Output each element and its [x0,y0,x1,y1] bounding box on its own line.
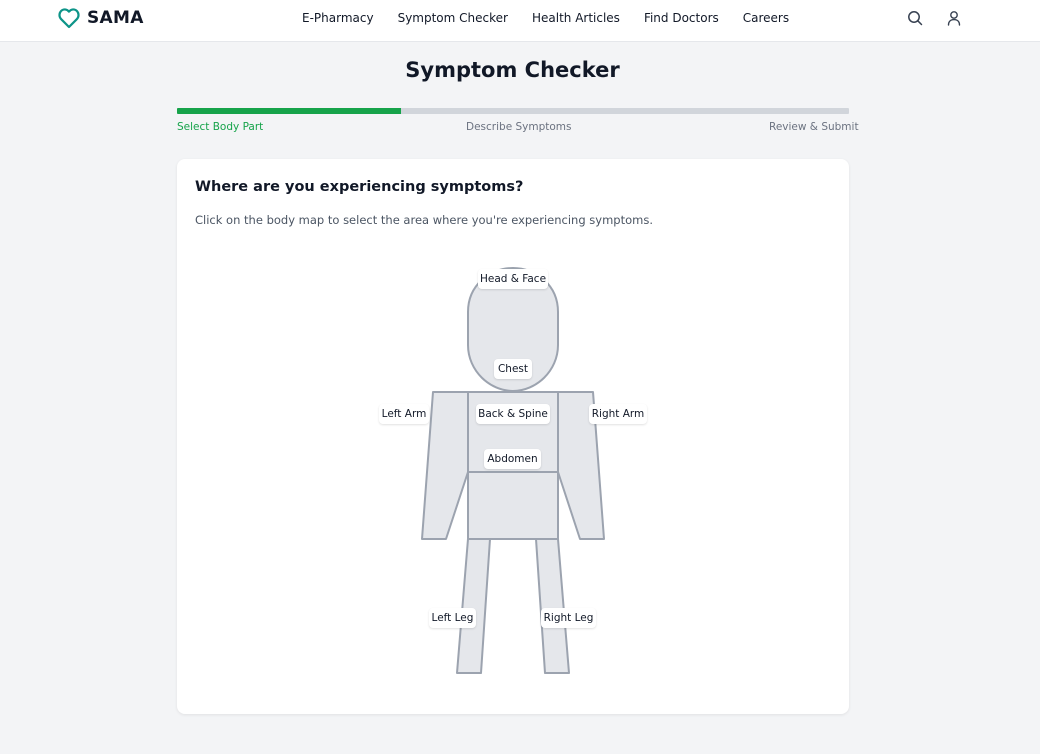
user-icon [947,11,961,26]
label-chest[interactable]: Chest [494,359,532,379]
label-head-face[interactable]: Head & Face [478,269,548,289]
search-icon [908,11,923,26]
brand-logo[interactable]: SAMA [57,6,144,30]
label-left-leg[interactable]: Left Leg [429,608,476,628]
heart-icon [58,8,80,29]
label-back-spine[interactable]: Back & Spine [476,404,550,424]
top-navigation-bar: SAMA E-Pharmacy Symptom Checker Health A… [0,0,1040,42]
main-nav: E-Pharmacy Symptom Checker Health Articl… [302,11,813,25]
step-describe-symptoms: Describe Symptoms [466,121,572,133]
nav-link-symptom-checker[interactable]: Symptom Checker [398,11,508,25]
label-right-leg[interactable]: Right Leg [541,608,596,628]
search-button[interactable] [906,9,924,27]
brand-name: SAMA [87,8,144,28]
nav-link-careers[interactable]: Careers [743,11,789,25]
label-abdomen[interactable]: Abdomen [484,449,541,469]
step-select-body-part: Select Body Part [177,121,264,133]
nav-link-find-doctors[interactable]: Find Doctors [644,11,719,25]
account-button[interactable] [945,9,963,27]
page-title: Symptom Checker [405,58,620,82]
progress-bar [177,108,849,114]
nav-link-e-pharmacy[interactable]: E-Pharmacy [302,11,374,25]
step-review-submit: Review & Submit [769,121,859,133]
progress-bar-fill [177,108,401,114]
label-left-arm[interactable]: Left Arm [379,404,429,424]
label-right-arm[interactable]: Right Arm [589,404,647,424]
card-description: Click on the body map to select the area… [195,213,653,227]
card-title: Where are you experiencing symptoms? [195,179,524,195]
nav-link-health-articles[interactable]: Health Articles [532,11,620,25]
body-part-abdomen[interactable] [467,471,559,540]
